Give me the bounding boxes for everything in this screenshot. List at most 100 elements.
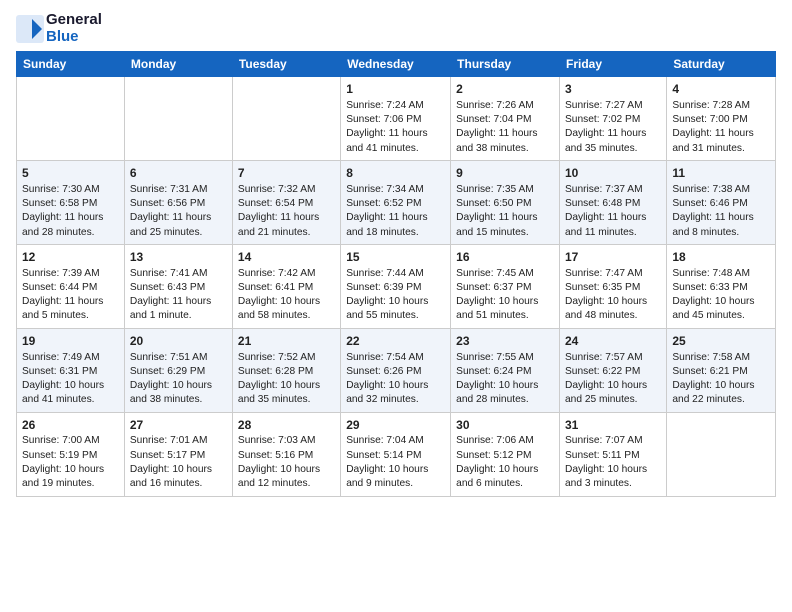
day-info: Daylight: 10 hours: [238, 463, 335, 477]
calendar-week-3: 12Sunrise: 7:39 AMSunset: 6:44 PMDayligh…: [17, 244, 776, 328]
day-number: 5: [22, 165, 119, 182]
day-number: 16: [456, 249, 554, 266]
day-info: Daylight: 11 hours: [672, 211, 770, 225]
day-info: Sunset: 5:17 PM: [130, 449, 227, 463]
day-number: 14: [238, 249, 335, 266]
day-info: and 5 minutes.: [22, 309, 119, 323]
day-number: 22: [346, 333, 445, 350]
calendar-cell: 10Sunrise: 7:37 AMSunset: 6:48 PMDayligh…: [560, 160, 667, 244]
calendar-cell: 14Sunrise: 7:42 AMSunset: 6:41 PMDayligh…: [232, 244, 340, 328]
day-info: Sunset: 6:48 PM: [565, 197, 661, 211]
day-info: and 31 minutes.: [672, 142, 770, 156]
day-info: Daylight: 11 hours: [672, 127, 770, 141]
day-info: Sunset: 6:29 PM: [130, 365, 227, 379]
logo: General Blue: [16, 12, 102, 45]
day-info: Sunrise: 7:27 AM: [565, 99, 661, 113]
day-info: Daylight: 10 hours: [130, 379, 227, 393]
day-info: Sunset: 6:26 PM: [346, 365, 445, 379]
day-info: Daylight: 11 hours: [130, 295, 227, 309]
day-info: and 18 minutes.: [346, 226, 445, 240]
day-info: Sunset: 6:58 PM: [22, 197, 119, 211]
day-info: Sunrise: 7:58 AM: [672, 351, 770, 365]
day-info: and 8 minutes.: [672, 226, 770, 240]
day-info: Sunrise: 7:38 AM: [672, 183, 770, 197]
calendar-week-5: 26Sunrise: 7:00 AMSunset: 5:19 PMDayligh…: [17, 412, 776, 496]
day-number: 7: [238, 165, 335, 182]
day-info: Daylight: 10 hours: [346, 379, 445, 393]
day-info: Daylight: 10 hours: [672, 379, 770, 393]
day-info: Daylight: 11 hours: [456, 127, 554, 141]
day-info: Sunrise: 7:52 AM: [238, 351, 335, 365]
day-info: Sunset: 6:43 PM: [130, 281, 227, 295]
calendar-cell: [232, 77, 340, 161]
day-info: and 41 minutes.: [346, 142, 445, 156]
day-info: Sunset: 5:16 PM: [238, 449, 335, 463]
day-info: Sunrise: 7:00 AM: [22, 434, 119, 448]
day-number: 2: [456, 81, 554, 98]
day-number: 15: [346, 249, 445, 266]
day-info: Daylight: 11 hours: [346, 127, 445, 141]
logo-triangle-icon: [16, 15, 44, 43]
day-info: Daylight: 10 hours: [672, 295, 770, 309]
calendar-cell: 28Sunrise: 7:03 AMSunset: 5:16 PMDayligh…: [232, 412, 340, 496]
day-number: 10: [565, 165, 661, 182]
calendar-cell: 29Sunrise: 7:04 AMSunset: 5:14 PMDayligh…: [341, 412, 451, 496]
day-info: and 19 minutes.: [22, 477, 119, 491]
day-info: Sunrise: 7:48 AM: [672, 267, 770, 281]
calendar-cell: 21Sunrise: 7:52 AMSunset: 6:28 PMDayligh…: [232, 328, 340, 412]
day-number: 11: [672, 165, 770, 182]
calendar-week-2: 5Sunrise: 7:30 AMSunset: 6:58 PMDaylight…: [17, 160, 776, 244]
day-info: and 1 minute.: [130, 309, 227, 323]
day-info: and 6 minutes.: [456, 477, 554, 491]
day-info: and 11 minutes.: [565, 226, 661, 240]
day-info: Sunrise: 7:04 AM: [346, 434, 445, 448]
day-info: and 51 minutes.: [456, 309, 554, 323]
day-number: 26: [22, 417, 119, 434]
day-info: Sunset: 6:33 PM: [672, 281, 770, 295]
day-info: Sunrise: 7:28 AM: [672, 99, 770, 113]
calendar-cell: [17, 77, 125, 161]
day-info: Sunrise: 7:47 AM: [565, 267, 661, 281]
calendar-cell: [124, 77, 232, 161]
day-info: Daylight: 11 hours: [130, 211, 227, 225]
day-number: 30: [456, 417, 554, 434]
day-info: and 12 minutes.: [238, 477, 335, 491]
calendar-cell: 31Sunrise: 7:07 AMSunset: 5:11 PMDayligh…: [560, 412, 667, 496]
day-info: Sunrise: 7:35 AM: [456, 183, 554, 197]
logo-text-group: General Blue: [46, 12, 102, 45]
day-info: Sunset: 7:00 PM: [672, 113, 770, 127]
day-info: Sunrise: 7:34 AM: [346, 183, 445, 197]
day-info: Sunrise: 7:26 AM: [456, 99, 554, 113]
day-info: Daylight: 11 hours: [565, 211, 661, 225]
day-info: and 58 minutes.: [238, 309, 335, 323]
calendar-cell: 3Sunrise: 7:27 AMSunset: 7:02 PMDaylight…: [560, 77, 667, 161]
day-info: and 32 minutes.: [346, 393, 445, 407]
calendar-header-monday: Monday: [124, 52, 232, 77]
calendar-cell: 15Sunrise: 7:44 AMSunset: 6:39 PMDayligh…: [341, 244, 451, 328]
day-info: Sunrise: 7:01 AM: [130, 434, 227, 448]
day-number: 12: [22, 249, 119, 266]
calendar-cell: 13Sunrise: 7:41 AMSunset: 6:43 PMDayligh…: [124, 244, 232, 328]
calendar-table: SundayMondayTuesdayWednesdayThursdayFrid…: [16, 51, 776, 497]
day-number: 29: [346, 417, 445, 434]
day-info: and 22 minutes.: [672, 393, 770, 407]
day-info: Sunset: 6:50 PM: [456, 197, 554, 211]
day-info: Daylight: 11 hours: [238, 211, 335, 225]
day-info: Daylight: 10 hours: [346, 463, 445, 477]
day-number: 27: [130, 417, 227, 434]
calendar-cell: 25Sunrise: 7:58 AMSunset: 6:21 PMDayligh…: [667, 328, 776, 412]
day-number: 31: [565, 417, 661, 434]
day-info: and 41 minutes.: [22, 393, 119, 407]
day-info: and 38 minutes.: [456, 142, 554, 156]
day-info: Daylight: 10 hours: [565, 379, 661, 393]
day-info: Sunset: 6:22 PM: [565, 365, 661, 379]
day-number: 9: [456, 165, 554, 182]
day-number: 6: [130, 165, 227, 182]
day-info: and 35 minutes.: [238, 393, 335, 407]
day-number: 3: [565, 81, 661, 98]
day-info: Daylight: 10 hours: [565, 463, 661, 477]
calendar-cell: 30Sunrise: 7:06 AMSunset: 5:12 PMDayligh…: [451, 412, 560, 496]
day-info: Sunrise: 7:41 AM: [130, 267, 227, 281]
day-info: Sunrise: 7:45 AM: [456, 267, 554, 281]
day-info: Sunset: 6:37 PM: [456, 281, 554, 295]
